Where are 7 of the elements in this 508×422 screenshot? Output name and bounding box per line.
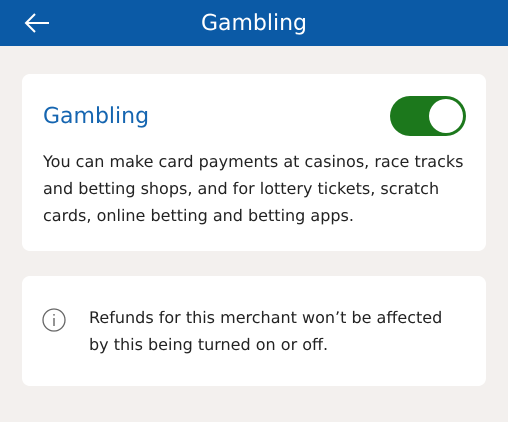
setting-description: You can make card payments at casinos, race tracks and betting shops, and for lottery tickets, scratch cards, online betting and betting apps. bbox=[43, 151, 464, 227]
toggle-switch[interactable] bbox=[390, 96, 466, 136]
info-text: Refunds for this merchant won’t be affected by this being turned on or off. bbox=[89, 307, 444, 356]
screen-title: Gambling bbox=[200, 10, 308, 36]
setting-title: Gambling bbox=[43, 104, 150, 128]
back-arrow-icon[interactable] bbox=[24, 12, 50, 34]
info-icon bbox=[42, 308, 66, 332]
